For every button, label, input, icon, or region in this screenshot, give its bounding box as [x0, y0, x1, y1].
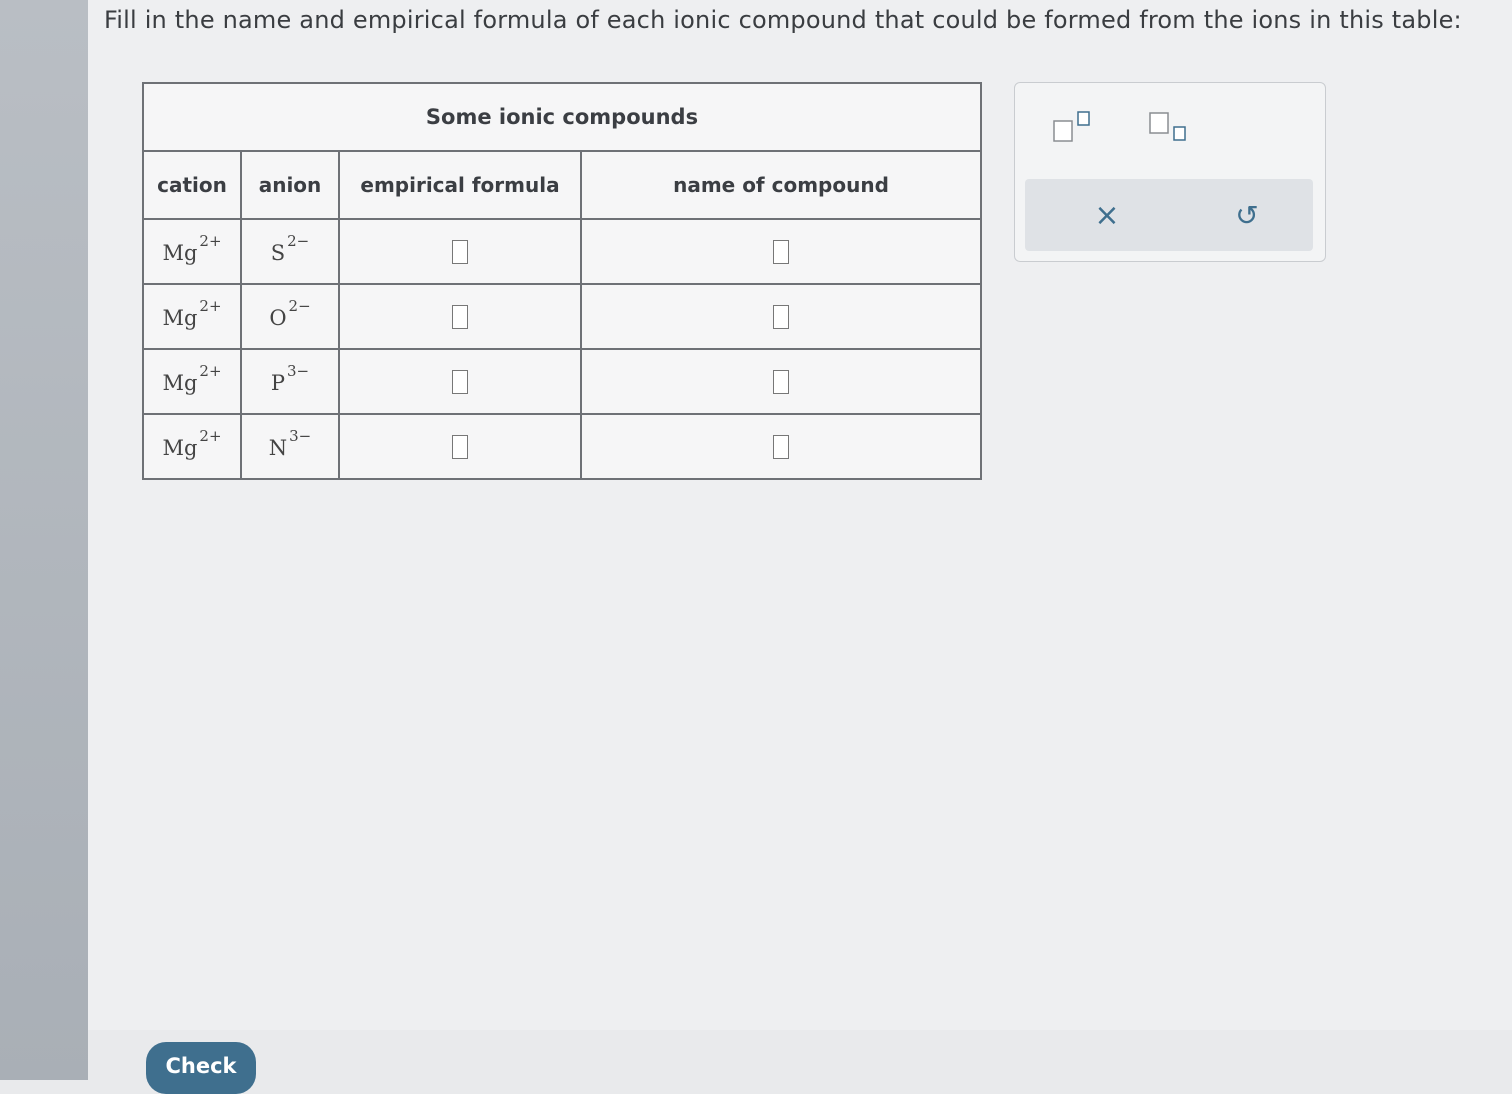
name-cell: [580, 348, 982, 415]
table-caption: Some ionic compounds: [142, 82, 982, 152]
name-cell: [580, 283, 982, 350]
anion-cell: S 2−: [240, 218, 340, 285]
cation-cell: Mg 2+: [142, 413, 242, 480]
left-strip: [0, 0, 88, 1080]
actions-bar: × ↺: [1025, 179, 1313, 251]
cation-ion: Mg 2+: [162, 362, 222, 395]
formula-cell: [338, 348, 582, 415]
compound-name-input[interactable]: [773, 369, 789, 394]
header-empirical-formula: empirical formula: [338, 150, 582, 220]
name-cell: [580, 413, 982, 480]
instruction-text: Fill in the name and empirical formula o…: [104, 6, 1462, 34]
anion-cell: N 3−: [240, 413, 340, 480]
table-row: Mg 2+ S 2−: [142, 218, 982, 285]
answer-toolbox: × ↺: [1014, 82, 1326, 262]
anion-ion: S 2−: [270, 232, 310, 265]
cation-cell: Mg 2+: [142, 348, 242, 415]
compound-name-input[interactable]: [773, 434, 789, 459]
formula-cell: [338, 218, 582, 285]
formula-input[interactable]: [452, 304, 468, 329]
formula-input[interactable]: [452, 239, 468, 264]
formula-input[interactable]: [452, 434, 468, 459]
formula-cell: [338, 413, 582, 480]
cation-cell: Mg 2+: [142, 283, 242, 350]
formula-input[interactable]: [452, 369, 468, 394]
table-row: Mg 2+ N 3−: [142, 413, 982, 480]
header-name-of-compound: name of compound: [580, 150, 982, 220]
formula-cell: [338, 283, 582, 350]
anion-cell: O 2−: [240, 283, 340, 350]
header-cation: cation: [142, 150, 242, 220]
table-row: Mg 2+ O 2−: [142, 283, 982, 350]
ionic-compounds-table: Some ionic compounds cation anion empiri…: [142, 82, 982, 480]
anion-ion: N 3−: [268, 427, 312, 460]
undo-icon[interactable]: ↺: [1225, 193, 1269, 237]
check-button[interactable]: Check: [146, 1042, 256, 1094]
clear-icon[interactable]: ×: [1085, 193, 1129, 237]
anion-ion: O 2−: [269, 297, 311, 330]
cation-ion: Mg 2+: [162, 232, 222, 265]
compound-name-input[interactable]: [773, 239, 789, 264]
subscript-tool-icon[interactable]: [1145, 107, 1193, 147]
anion-ion: P 3−: [270, 362, 310, 395]
table-row: Mg 2+ P 3−: [142, 348, 982, 415]
compound-name-input[interactable]: [773, 304, 789, 329]
cation-ion: Mg 2+: [162, 297, 222, 330]
superscript-tool-icon[interactable]: [1049, 107, 1097, 147]
cation-ion: Mg 2+: [162, 427, 222, 460]
anion-cell: P 3−: [240, 348, 340, 415]
header-anion: anion: [240, 150, 340, 220]
cation-cell: Mg 2+: [142, 218, 242, 285]
name-cell: [580, 218, 982, 285]
